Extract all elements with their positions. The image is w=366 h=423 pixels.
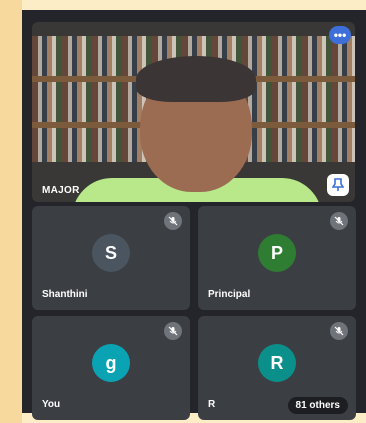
others-count-button[interactable]: 81 others	[287, 397, 348, 414]
avatar: P	[258, 234, 296, 272]
pin-button[interactable]	[327, 174, 349, 196]
participant-name: R	[208, 399, 216, 410]
page-border	[0, 0, 22, 423]
avatar: R	[258, 344, 296, 382]
participant-tile-r[interactable]: R R 81 others	[198, 316, 356, 420]
participant-tile-shanthini[interactable]: S Shanthini	[32, 206, 190, 310]
more-options-button[interactable]: •••	[329, 26, 351, 44]
mic-off-icon	[330, 322, 348, 340]
participant-name: You	[42, 399, 61, 410]
participant-tile-principal[interactable]: P Principal	[198, 206, 356, 310]
mic-off-icon	[164, 212, 182, 230]
participant-tile-you[interactable]: g You	[32, 316, 190, 420]
participant-name: Shanthini	[42, 289, 88, 300]
avatar: S	[92, 234, 130, 272]
featured-participant-name: MAJOR	[42, 185, 80, 196]
meeting-stage: ••• MAJOR S Shanthini P Principal g You …	[22, 10, 366, 420]
more-options-icon: •••	[333, 28, 347, 42]
pin-icon	[332, 178, 344, 191]
featured-video-tile[interactable]: ••• MAJOR	[32, 22, 355, 202]
mic-off-icon	[330, 212, 348, 230]
avatar: g	[92, 344, 130, 382]
mic-off-icon	[164, 322, 182, 340]
speaker-hair	[136, 56, 256, 102]
participant-name: Principal	[208, 289, 251, 300]
